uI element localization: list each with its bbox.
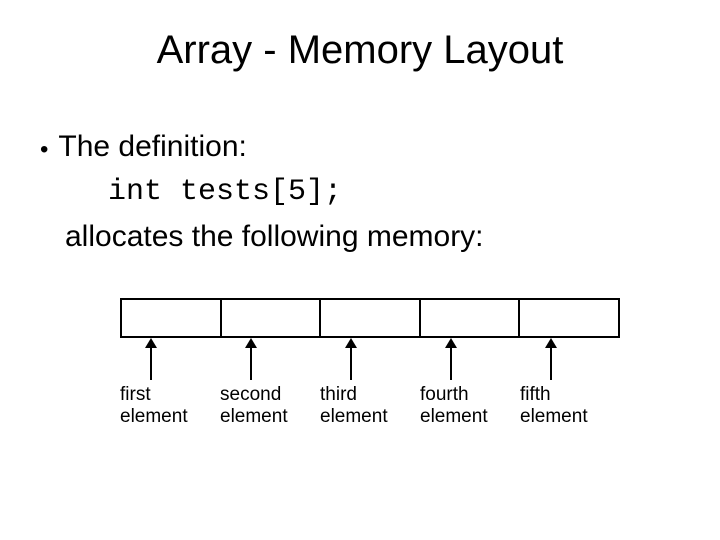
arrow-up-icon [550, 340, 552, 380]
code-declaration: int tests[5]; [108, 175, 342, 209]
arrow-up-icon [250, 340, 252, 380]
bullet-dot-icon: • [40, 130, 48, 170]
definition-bullet: • The definition: [40, 130, 247, 170]
arrow-up-icon [350, 340, 352, 380]
element-label: second element [220, 384, 320, 428]
element-labels: first element second element third eleme… [120, 384, 650, 428]
array-cell [321, 298, 421, 338]
array-cell [120, 298, 222, 338]
element-label: third element [320, 384, 420, 428]
definition-text: The definition: [58, 130, 246, 164]
arrow-up-icon [450, 340, 452, 380]
element-label: first element [120, 384, 220, 428]
slide-title: Array - Memory Layout [0, 28, 720, 73]
memory-array [120, 298, 620, 338]
array-cell [222, 298, 322, 338]
element-label: fifth element [520, 384, 610, 428]
element-label: fourth element [420, 384, 520, 428]
allocation-text: allocates the following memory: [65, 220, 484, 254]
arrow-up-icon [150, 340, 152, 380]
array-cell [520, 298, 620, 338]
array-cell [421, 298, 521, 338]
